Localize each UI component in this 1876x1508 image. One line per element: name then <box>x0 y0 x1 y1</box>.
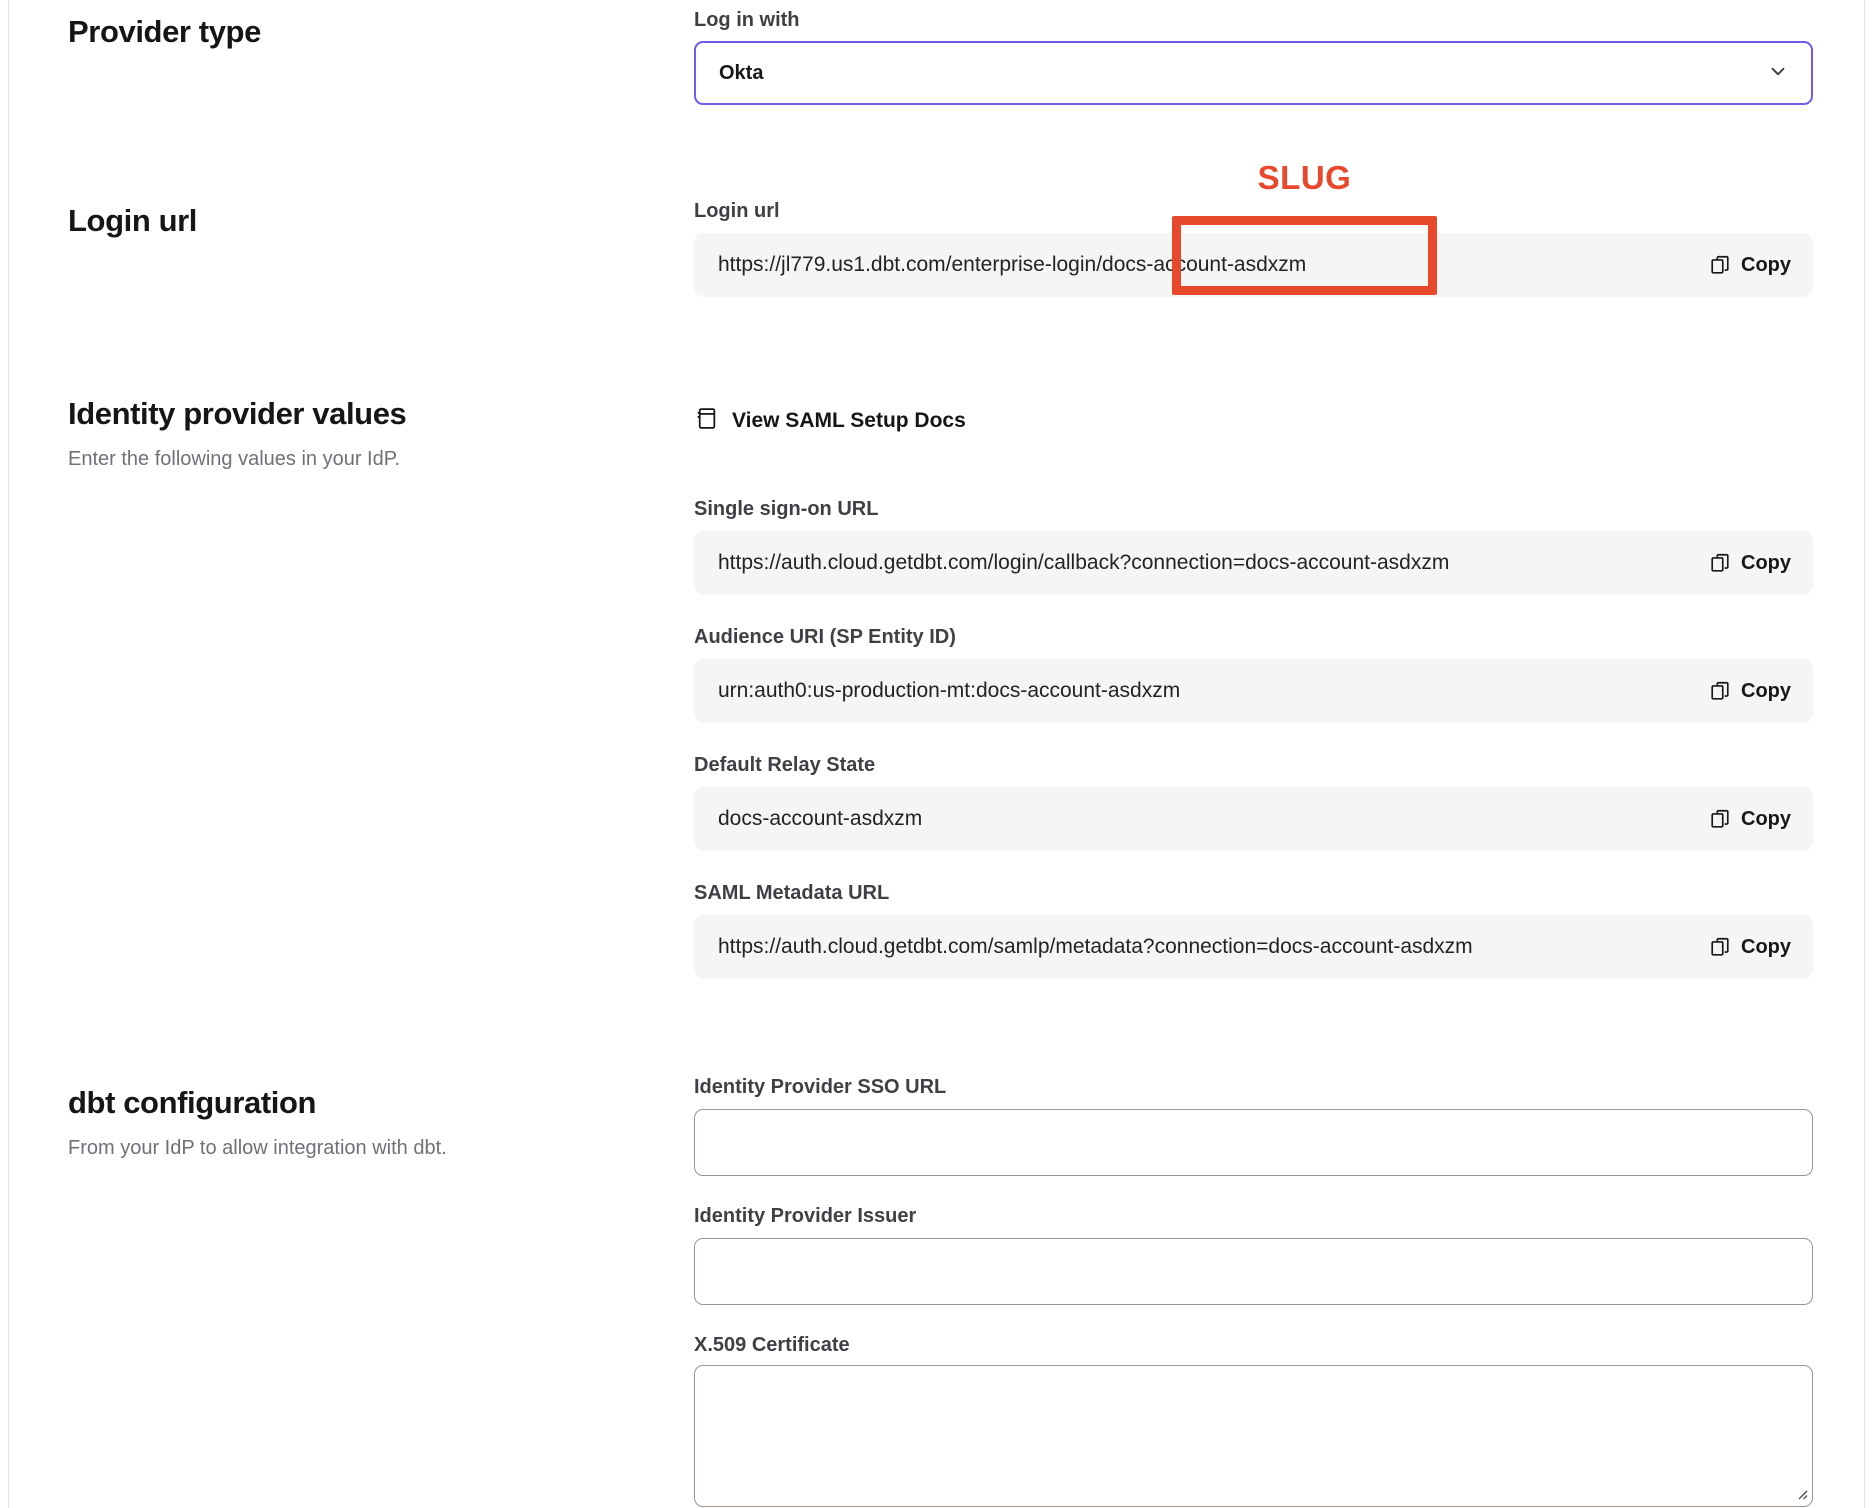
provider-select[interactable]: Okta <box>694 41 1813 105</box>
resize-handle-icon[interactable] <box>1793 1485 1809 1501</box>
copy-icon <box>1709 936 1731 958</box>
copy-button-label: Copy <box>1741 680 1791 703</box>
login-url-field: https://jl779.us1.dbt.com/enterprise-log… <box>694 233 1813 297</box>
default-relay-state-label: Default Relay State <box>694 754 1813 776</box>
audience-uri-copy-button[interactable]: Copy <box>1709 680 1791 703</box>
saml-metadata-url-group: SAML Metadata URL https://auth.cloud.get… <box>694 882 1813 979</box>
sso-url-label: Single sign-on URL <box>694 498 1813 520</box>
audience-uri-field: urn:auth0:us-production-mt:docs-account-… <box>694 659 1813 723</box>
copy-button-label: Copy <box>1741 808 1791 831</box>
provider-select-value: Okta <box>719 62 763 85</box>
sso-url-value: https://auth.cloud.getdbt.com/login/call… <box>718 551 1709 575</box>
section-identity-provider-values: Identity provider values Enter the follo… <box>9 396 1864 979</box>
view-saml-setup-docs-link[interactable]: View SAML Setup Docs <box>694 406 966 437</box>
sso-url-copy-button[interactable]: Copy <box>1709 552 1791 575</box>
idp-sso-url-input[interactable] <box>694 1109 1813 1176</box>
identity-provider-values-heading: Identity provider values <box>68 396 694 432</box>
default-relay-state-field: docs-account-asdxzm Copy <box>694 787 1813 851</box>
x509-certificate-textarea[interactable] <box>694 1365 1813 1507</box>
identity-provider-values-subtitle: Enter the following values in your IdP. <box>68 446 694 472</box>
x509-certificate-label: X.509 Certificate <box>694 1334 1813 1356</box>
audience-uri-group: Audience URI (SP Entity ID) urn:auth0:us… <box>694 626 1813 723</box>
default-relay-state-copy-button[interactable]: Copy <box>1709 808 1791 831</box>
login-with-label: Log in with <box>694 8 1813 32</box>
login-url-field-label: Login url <box>694 200 1813 222</box>
saml-metadata-url-value: https://auth.cloud.getdbt.com/samlp/meta… <box>718 935 1709 959</box>
x509-certificate-group: X.509 Certificate <box>694 1334 1813 1507</box>
copy-icon <box>1709 808 1731 830</box>
dbt-configuration-heading: dbt configuration <box>68 1085 694 1121</box>
sso-settings-panel: Provider type Log in with Okta Login url… <box>8 0 1865 1508</box>
copy-icon <box>1709 680 1731 702</box>
chevron-down-icon <box>1765 58 1791 89</box>
sso-url-group: Single sign-on URL https://auth.cloud.ge… <box>694 498 1813 595</box>
idp-issuer-group: Identity Provider Issuer <box>694 1205 1813 1305</box>
copy-icon <box>1709 552 1731 574</box>
idp-issuer-label: Identity Provider Issuer <box>694 1205 1813 1227</box>
section-dbt-configuration: dbt configuration From your IdP to allow… <box>9 1076 1864 1507</box>
audience-uri-label: Audience URI (SP Entity ID) <box>694 626 1813 648</box>
idp-sso-url-group: Identity Provider SSO URL <box>694 1076 1813 1176</box>
copy-button-label: Copy <box>1741 552 1791 575</box>
login-url-value: https://jl779.us1.dbt.com/enterprise-log… <box>718 253 1709 277</box>
provider-type-heading: Provider type <box>68 14 694 50</box>
section-provider-type: Provider type Log in with Okta <box>9 0 1864 105</box>
sso-url-field: https://auth.cloud.getdbt.com/login/call… <box>694 531 1813 595</box>
view-saml-setup-docs-label: View SAML Setup Docs <box>732 409 966 433</box>
slug-annotation-label: SLUG <box>1172 159 1437 197</box>
dbt-configuration-subtitle: From your IdP to allow integration with … <box>68 1135 694 1161</box>
section-login-url: Login url Login url SLUG https://jl779.u… <box>9 200 1864 297</box>
saml-metadata-url-label: SAML Metadata URL <box>694 882 1813 904</box>
default-relay-state-group: Default Relay State docs-account-asdxzm … <box>694 754 1813 851</box>
copy-icon <box>1709 254 1731 276</box>
login-url-copy-button[interactable]: Copy <box>1709 254 1791 277</box>
audience-uri-value: urn:auth0:us-production-mt:docs-account-… <box>718 679 1709 703</box>
idp-issuer-input[interactable] <box>694 1238 1813 1305</box>
book-icon <box>694 406 719 437</box>
login-url-heading: Login url <box>68 203 694 239</box>
idp-sso-url-label: Identity Provider SSO URL <box>694 1076 1813 1098</box>
copy-button-label: Copy <box>1741 254 1791 277</box>
saml-metadata-url-copy-button[interactable]: Copy <box>1709 936 1791 959</box>
saml-metadata-url-field: https://auth.cloud.getdbt.com/samlp/meta… <box>694 915 1813 979</box>
default-relay-state-value: docs-account-asdxzm <box>718 807 1709 831</box>
copy-button-label: Copy <box>1741 936 1791 959</box>
